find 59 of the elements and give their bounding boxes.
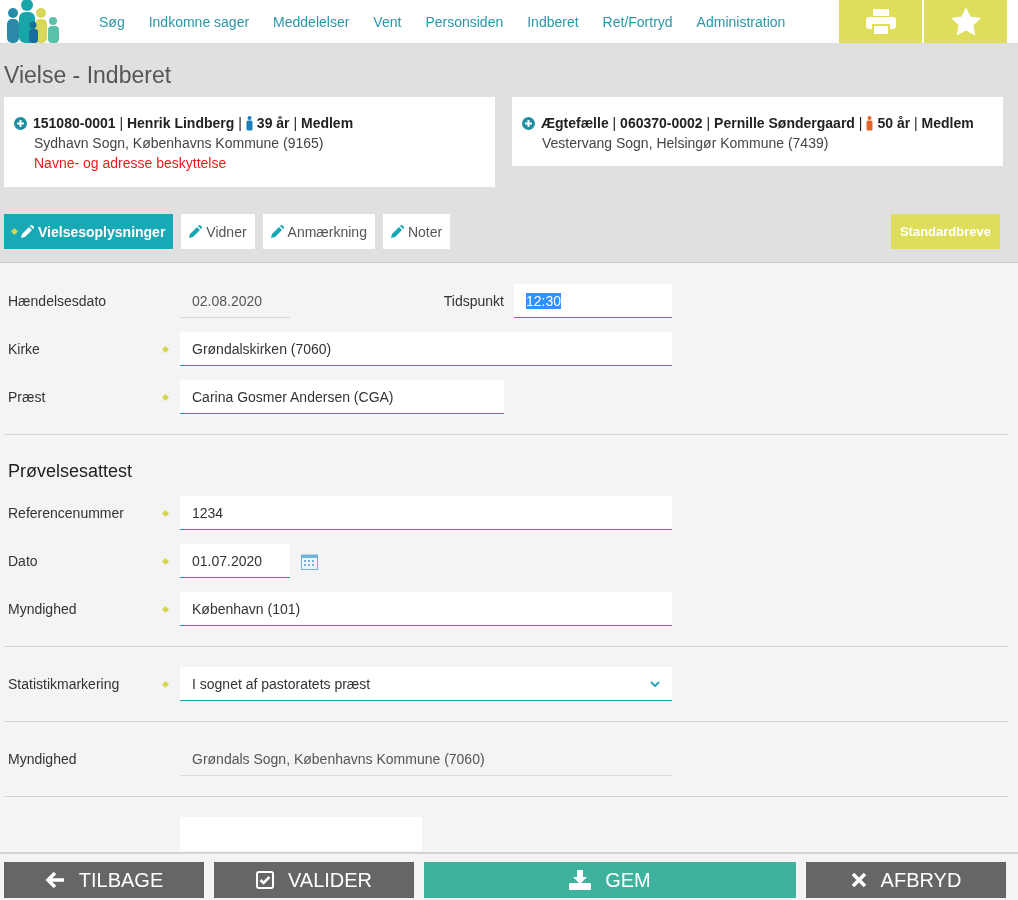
nav-link[interactable]: Indkomne sager: [148, 13, 250, 30]
person-address: Vestervang Sogn, Helsingør Kommune (7439): [541, 134, 830, 153]
time-value: 12:30: [526, 292, 562, 309]
field-label: Kirke: [7, 341, 41, 357]
person-summary: Ægtefælle | 060370-0002 | Pernille Søndergaard |: [541, 114, 863, 133]
close-icon: [850, 872, 867, 888]
person-address: Sydhavn Sogn, Københavns Kommune (9165): [33, 134, 325, 153]
field-label: Præst: [7, 389, 47, 405]
field-label: Tidspunkt: [442, 293, 505, 309]
printer-icon: [865, 8, 896, 35]
pencil-icon: [270, 225, 284, 238]
section-title: Prøvelsesattest: [7, 460, 134, 483]
checkbox-icon: [255, 871, 274, 889]
star-icon: [950, 7, 981, 36]
input-field[interactable]: København (101): [180, 592, 672, 626]
pencil-icon: [21, 225, 34, 238]
field-label: Dato: [7, 553, 39, 569]
tab[interactable]: Anmærkning: [262, 214, 375, 249]
input-field[interactable]: Grøndalskirken (7060): [180, 332, 672, 366]
print-button[interactable]: [839, 0, 922, 43]
select-field[interactable]: I sognet af pastoratets præst: [180, 667, 672, 701]
field-label: Statistikmarkering: [7, 676, 121, 692]
download-icon: [569, 870, 592, 890]
input-field[interactable]: [180, 817, 422, 851]
person-summary: 151080-0001 | Henrik Lindberg |: [33, 114, 242, 133]
time-field[interactable]: 12:30: [514, 284, 672, 318]
tab[interactable]: Vidner: [181, 214, 255, 249]
tab[interactable]: Noter: [382, 214, 451, 249]
nav-link[interactable]: Administration: [696, 13, 786, 30]
nav-link[interactable]: Personsiden: [425, 13, 504, 30]
field-label: Hændelsesdato: [7, 293, 108, 309]
readonly-value: Grøndals Sogn, Københavns Kommune (7060): [180, 742, 672, 776]
input-field[interactable]: Carina Gosmer Andersen (CGA): [180, 380, 504, 414]
pencil-icon: [189, 225, 203, 238]
nav-link[interactable]: Vent: [373, 13, 402, 30]
nav-link[interactable]: Søg: [99, 13, 125, 30]
page-title: Vielse - Indberet: [4, 61, 173, 90]
footer-button[interactable]: VALIDER: [214, 862, 414, 898]
date-value: 02.08.2020: [180, 284, 290, 318]
input-field[interactable]: 1234: [180, 496, 672, 530]
field-label: Myndighed: [7, 751, 78, 767]
footer-button[interactable]: TILBAGE: [4, 862, 204, 898]
arrow-left-icon: [44, 871, 65, 889]
nav-link[interactable]: Meddelelser: [273, 13, 350, 30]
input-field[interactable]: 01.07.2020: [180, 544, 290, 578]
calendar-icon[interactable]: [301, 552, 318, 570]
person-age-status: 39 år | Medlem: [256, 114, 354, 133]
field-label: Referencenummer: [7, 505, 125, 521]
nav-link[interactable]: Ret/Fortryd: [602, 13, 673, 30]
footer-button[interactable]: AFBRYD: [806, 862, 1006, 898]
protection-warning: Navne- og adresse beskyttelse: [33, 154, 228, 173]
field-label: Myndighed: [7, 601, 78, 617]
plus-circle-icon[interactable]: [522, 116, 535, 130]
plus-circle-icon[interactable]: [14, 116, 27, 130]
chevron-down-icon: [650, 680, 660, 687]
nav-link[interactable]: Indberet: [527, 13, 579, 30]
pencil-icon: [390, 225, 404, 238]
person-age-status: 50 år | Medlem: [877, 114, 974, 133]
favorite-button[interactable]: [924, 0, 1007, 43]
